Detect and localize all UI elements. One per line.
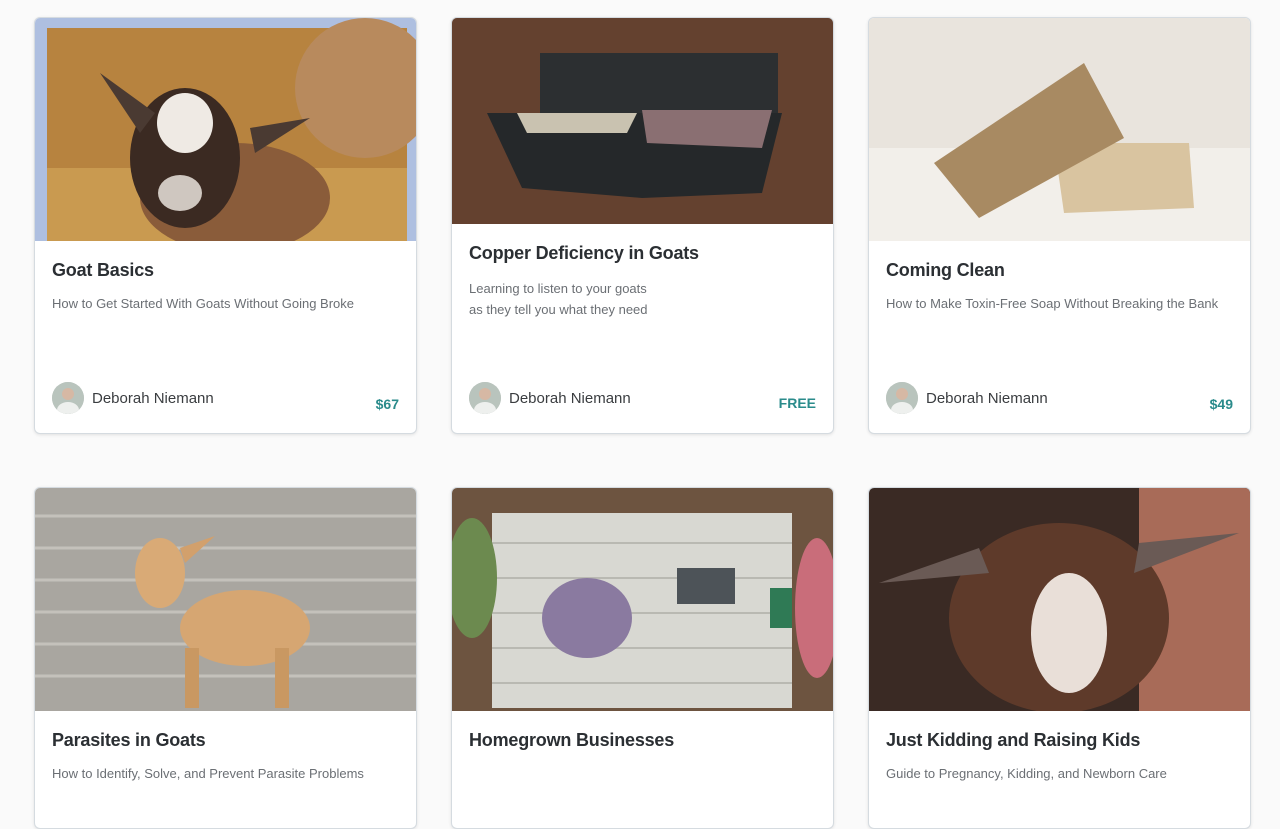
- course-price: FREE: [778, 395, 816, 411]
- course-card-goat-basics[interactable]: Goat Basics How to Get Started With Goat…: [34, 17, 417, 434]
- course-image-homegrown-businesses[interactable]: [452, 488, 833, 711]
- author-name: Deborah Niemann: [509, 389, 631, 407]
- course-card-coming-clean[interactable]: Coming Clean How to Make Toxin-Free Soap…: [868, 17, 1251, 434]
- course-image-copper-deficiency[interactable]: [452, 18, 833, 224]
- course-title[interactable]: Copper Deficiency in Goats: [469, 243, 816, 264]
- author-name: Deborah Niemann: [926, 389, 1048, 407]
- course-title[interactable]: Coming Clean: [886, 260, 1233, 281]
- course-title[interactable]: Parasites in Goats: [52, 730, 399, 751]
- course-card-copper-deficiency[interactable]: Copper Deficiency in Goats Learning to l…: [451, 17, 834, 434]
- course-author: Deborah Niemann: [52, 382, 214, 414]
- course-subtitle: Guide to Pregnancy, Kidding, and Newborn…: [886, 766, 1167, 781]
- course-subtitle: How to Get Started With Goats Without Go…: [52, 296, 355, 311]
- course-image-parasites[interactable]: [35, 488, 416, 711]
- course-title[interactable]: Homegrown Businesses: [469, 730, 816, 751]
- course-subtitle: How to Make Toxin-Free Soap Without Brea…: [886, 296, 1219, 311]
- course-price: $67: [375, 396, 399, 412]
- author-avatar: [52, 382, 84, 414]
- course-price: $49: [1209, 396, 1233, 412]
- author-name: Deborah Niemann: [92, 389, 214, 407]
- course-title[interactable]: Goat Basics: [52, 260, 399, 281]
- author-avatar: [469, 382, 501, 414]
- course-image-just-kidding[interactable]: [869, 488, 1250, 711]
- course-card-just-kidding[interactable]: Just Kidding and Raising Kids Guide to P…: [868, 487, 1251, 829]
- course-author: Deborah Niemann: [469, 382, 631, 414]
- course-title[interactable]: Just Kidding and Raising Kids: [886, 730, 1233, 751]
- author-avatar: [886, 382, 918, 414]
- course-image-coming-clean[interactable]: [869, 18, 1250, 241]
- course-author: Deborah Niemann: [886, 382, 1048, 414]
- course-image-goat-basics[interactable]: [35, 18, 416, 241]
- course-card-parasites[interactable]: Parasites in Goats How to Identify, Solv…: [34, 487, 417, 829]
- course-subtitle: How to Identify, Solve, and Prevent Para…: [52, 766, 364, 781]
- course-card-homegrown-businesses[interactable]: Homegrown Businesses: [451, 487, 834, 829]
- course-subtitle: Learning to listen to your goats as they…: [469, 281, 648, 317]
